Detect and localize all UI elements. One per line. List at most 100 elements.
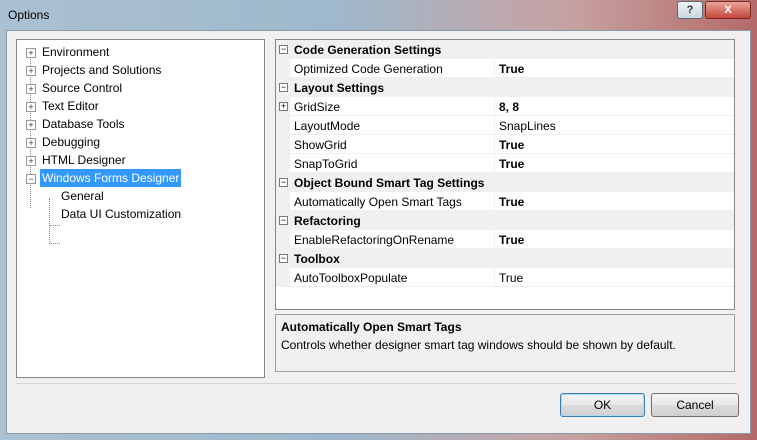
row-gutter (276, 154, 290, 173)
property-name: GridSize (294, 100, 341, 114)
category-row[interactable]: − Refactoring (276, 211, 734, 230)
tree-item[interactable]: General (17, 187, 262, 205)
tree-item[interactable]: + Database Tools (17, 115, 262, 133)
row-gutter (276, 135, 290, 154)
property-grid[interactable]: − Code Generation Settings Optimized Code … (275, 39, 735, 310)
row-gutter (276, 230, 290, 249)
property-value[interactable]: True (499, 233, 524, 247)
category-row[interactable]: − Toolbox (276, 249, 734, 268)
category-name: Object Bound Smart Tag Settings (294, 176, 485, 190)
property-row[interactable]: SnapToGrid True (276, 154, 734, 173)
category-name: Layout Settings (294, 81, 385, 95)
property-row[interactable]: Optimized Code Generation True (276, 59, 734, 78)
tree-item[interactable]: − Windows Forms Designer (17, 169, 262, 187)
collapse-icon[interactable]: − (26, 174, 36, 184)
expand-icon[interactable]: + (26, 84, 36, 94)
tree-item-label: Debugging (42, 135, 101, 149)
property-row[interactable]: + GridSize 8, 8 (276, 97, 734, 116)
tree-item-label: Data UI Customization (61, 207, 182, 221)
expand-icon[interactable]: + (26, 120, 36, 130)
category-name: Refactoring (294, 214, 361, 228)
column-splitter[interactable] (494, 192, 495, 211)
close-button[interactable]: X (705, 1, 751, 19)
description-title: Automatically Open Smart Tags (281, 320, 462, 334)
property-value[interactable]: True (499, 271, 523, 285)
ok-button[interactable]: OK (560, 393, 645, 417)
tree-item[interactable]: + Projects and Solutions (17, 61, 262, 79)
tree-item[interactable]: + Debugging (17, 133, 262, 151)
property-value[interactable]: True (499, 138, 524, 152)
description-text: Controls whether designer smart tag wind… (281, 338, 676, 352)
property-name: Optimized Code Generation (294, 62, 443, 76)
expand-icon[interactable]: + (26, 102, 36, 112)
property-name: Automatically Open Smart Tags (294, 195, 462, 209)
category-name: Toolbox (294, 252, 340, 266)
title-bar[interactable]: Options ? X (0, 0, 757, 30)
expand-icon[interactable]: + (26, 138, 36, 148)
column-splitter[interactable] (494, 97, 495, 116)
tree-item-label: Database Tools (42, 117, 125, 131)
tree-connector-line (50, 225, 60, 226)
property-row[interactable]: AutoToolboxPopulate True (276, 268, 734, 287)
column-splitter[interactable] (494, 59, 495, 78)
dialog-client-area: + Environment + Projects and Solutions + Sour… (6, 30, 751, 434)
column-splitter[interactable] (494, 135, 495, 154)
column-splitter[interactable] (494, 116, 495, 135)
property-value[interactable]: True (499, 62, 524, 76)
tree-item-label: Text Editor (42, 99, 99, 113)
collapse-icon[interactable]: − (279, 254, 288, 263)
expand-icon[interactable]: + (26, 156, 36, 166)
tree-item[interactable]: + Source Control (17, 79, 262, 97)
row-gutter (276, 116, 290, 135)
collapse-icon[interactable]: − (279, 83, 288, 92)
tree-item-label: Environment (42, 45, 110, 59)
help-button[interactable]: ? (677, 1, 703, 19)
tree-item-label: Windows Forms Designer (40, 169, 182, 187)
column-splitter[interactable] (494, 154, 495, 173)
property-value[interactable]: SnapLines (499, 119, 556, 133)
property-name: AutoToolboxPopulate (294, 271, 408, 285)
tree-item-label: Source Control (42, 81, 123, 95)
collapse-icon[interactable]: − (279, 178, 288, 187)
divider (16, 383, 735, 384)
row-gutter (276, 268, 290, 287)
tree-item[interactable]: + HTML Designer (17, 151, 262, 169)
expand-icon[interactable]: + (26, 66, 36, 76)
tree-item[interactable]: Data UI Customization (17, 205, 262, 223)
options-window: Options ? X + Environment + Projects and So… (0, 0, 757, 440)
description-pane: Automatically Open Smart Tags Controls w… (275, 314, 735, 372)
tree-item[interactable]: + Text Editor (17, 97, 262, 115)
column-splitter[interactable] (494, 230, 495, 249)
property-row[interactable]: EnableRefactoringOnRename True (276, 230, 734, 249)
category-row[interactable]: − Layout Settings (276, 78, 734, 97)
category-row[interactable]: − Object Bound Smart Tag Settings (276, 173, 734, 192)
expand-icon[interactable]: + (279, 102, 288, 111)
property-value[interactable]: 8, 8 (499, 100, 519, 114)
property-name: LayoutMode (294, 119, 361, 133)
tree-item-label: Projects and Solutions (42, 63, 162, 77)
options-tree[interactable]: + Environment + Projects and Solutions + Sour… (16, 39, 265, 378)
collapse-icon[interactable]: − (279, 45, 288, 54)
column-splitter[interactable] (494, 268, 495, 287)
tree-item[interactable]: + Environment (17, 43, 262, 61)
collapse-icon[interactable]: − (279, 216, 288, 225)
row-gutter (276, 59, 290, 78)
tree-item-label: HTML Designer (42, 153, 126, 167)
property-value[interactable]: True (499, 157, 524, 171)
property-row[interactable]: ShowGrid True (276, 135, 734, 154)
expand-icon[interactable]: + (26, 48, 36, 58)
category-name: Code Generation Settings (294, 43, 442, 57)
property-row[interactable]: LayoutMode SnapLines (276, 116, 734, 135)
property-row[interactable]: Automatically Open Smart Tags True (276, 192, 734, 211)
property-name: SnapToGrid (294, 157, 358, 171)
cancel-button[interactable]: Cancel (651, 393, 739, 417)
category-row[interactable]: − Code Generation Settings (276, 40, 734, 59)
property-name: EnableRefactoringOnRename (294, 233, 455, 247)
close-icon: X (724, 4, 732, 16)
tree-connector-line (50, 243, 60, 244)
tree-item-label: General (61, 189, 104, 203)
window-title: Options (8, 8, 50, 22)
property-value[interactable]: True (499, 195, 524, 209)
row-gutter (276, 192, 290, 211)
property-name: ShowGrid (294, 138, 347, 152)
